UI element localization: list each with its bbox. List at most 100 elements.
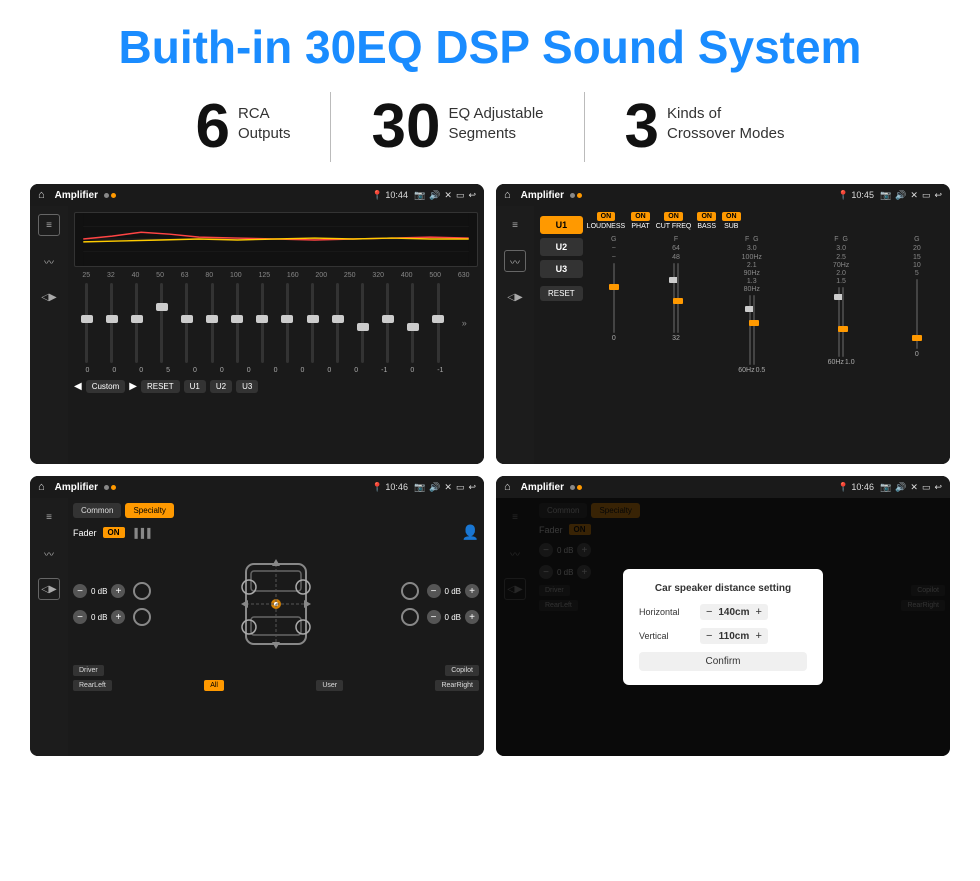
speaker-dot-4 — [401, 608, 419, 626]
eq-main: 2532405063 80100125160200 25032040050063… — [68, 206, 484, 464]
minimize-icon: ▭ — [456, 190, 465, 201]
bass-label: BASS — [697, 223, 716, 230]
sub-label: SUB — [724, 223, 738, 230]
eq-slider-4[interactable] — [185, 283, 188, 363]
loudness-on[interactable]: ON — [597, 212, 616, 221]
db-minus-2[interactable]: − — [73, 610, 87, 624]
common-tab[interactable]: Common — [73, 503, 121, 518]
cutfreq-slider-2[interactable] — [753, 295, 755, 365]
crossover-speaker-icon[interactable]: ◁▶ — [38, 578, 60, 600]
db-minus-4[interactable]: − — [427, 610, 441, 624]
eq-slider-2[interactable] — [135, 283, 138, 363]
amp-reset-btn[interactable]: RESET — [540, 286, 583, 301]
fader-on-badge[interactable]: ON — [103, 527, 125, 538]
eq-slider-1[interactable] — [110, 283, 113, 363]
eq-next-btn[interactable]: ▶ — [129, 381, 137, 392]
eq-slider-10[interactable] — [336, 283, 339, 363]
db-minus-3[interactable]: − — [427, 584, 441, 598]
sub-on[interactable]: ON — [722, 212, 741, 221]
screen-crossover: ⌂ Amplifier 📍 10:46 📷 🔊 ✕ ▭ ↩ ≡ — [30, 476, 484, 756]
amp-speaker-icon[interactable]: ◁▶ — [504, 286, 526, 308]
driver-btn[interactable]: Driver — [73, 665, 104, 676]
eq-u1-btn[interactable]: U1 — [184, 380, 206, 393]
car-svg — [231, 549, 321, 659]
bass-slider-2[interactable] — [842, 287, 844, 357]
eq-slider-8[interactable] — [286, 283, 289, 363]
vertical-minus-btn[interactable]: − — [706, 630, 712, 642]
amp-dot-1 — [570, 193, 575, 198]
eq-u3-btn[interactable]: U3 — [236, 380, 258, 393]
back-icon: ↩ — [468, 190, 476, 201]
phat-slider-2[interactable] — [677, 263, 679, 333]
stat-eq-text: EQ Adjustable Segments — [448, 96, 543, 143]
crossover-content: ≡ 〰 ◁▶ Common Specialty Fader ON ▌▌▌ — [30, 498, 484, 756]
copilot-btn[interactable]: Copilot — [445, 665, 479, 676]
db-plus-1[interactable]: + — [111, 584, 125, 598]
eq-slider-11[interactable] — [361, 283, 364, 363]
phat-on[interactable]: ON — [631, 212, 650, 221]
horizontal-minus-btn[interactable]: − — [706, 606, 712, 618]
bottom-buttons-row: Driver Copilot — [73, 665, 479, 676]
eq-slider-0[interactable] — [85, 283, 88, 363]
confirm-button[interactable]: Confirm — [639, 652, 807, 671]
horizontal-plus-btn[interactable]: + — [755, 606, 761, 618]
stat-crossover: 3 Kinds of Crossover Modes — [585, 96, 825, 158]
eq-slider-13[interactable] — [411, 283, 414, 363]
cutfreq-slider-1[interactable] — [749, 295, 751, 365]
u3-button[interactable]: U3 — [540, 260, 583, 278]
eq-slider-3[interactable] — [160, 283, 163, 363]
db-plus-4[interactable]: + — [465, 610, 479, 624]
eq-slider-14[interactable] — [437, 283, 440, 363]
amp-topbar-title: Amplifier — [521, 190, 564, 201]
eq-graph-svg — [75, 213, 477, 266]
amp-wave-icon[interactable]: 〰 — [504, 250, 526, 272]
screen-eq: ⌂ Amplifier 📍 10:44 📷 🔊 ✕ ▭ ↩ ≡ — [30, 184, 484, 464]
vertical-label: Vertical — [639, 631, 694, 641]
eq-slider-6[interactable] — [236, 283, 239, 363]
amp-eq-icon[interactable]: ≡ — [504, 214, 526, 236]
db-minus-1[interactable]: − — [73, 584, 87, 598]
crossover-volume-icon: 🔊 — [429, 482, 440, 493]
amp-volume-icon: 🔊 — [895, 190, 906, 201]
user-btn[interactable]: User — [316, 680, 343, 691]
dialog-topbar: ⌂ Amplifier 📍 10:46 📷 🔊 ✕ ▭ ↩ — [496, 476, 950, 498]
db-value-3: 0 dB — [445, 587, 461, 596]
sub-slider[interactable] — [916, 279, 918, 349]
u2-button[interactable]: U2 — [540, 238, 583, 256]
eq-slider-5[interactable] — [211, 283, 214, 363]
crossover-eq-icon[interactable]: ≡ — [38, 506, 60, 528]
loudness-slider[interactable] — [613, 263, 615, 333]
speaker-icon[interactable]: ◁▶ — [38, 286, 60, 308]
vertical-plus-btn[interactable]: + — [755, 630, 761, 642]
eq-slider-7[interactable] — [261, 283, 264, 363]
dialog-topbar-icons: 📷 🔊 ✕ ▭ ↩ — [880, 482, 942, 493]
main-title: Buith-in 30EQ DSP Sound System — [30, 20, 950, 74]
amp-back-icon: ↩ — [934, 190, 942, 201]
dialog-overlay: Car speaker distance setting Horizontal … — [496, 498, 950, 756]
wave-icon[interactable]: 〰 — [38, 250, 60, 272]
eq-prev-btn[interactable]: ◀ — [74, 381, 82, 392]
bass-on[interactable]: ON — [697, 212, 716, 221]
eq-u2-btn[interactable]: U2 — [210, 380, 232, 393]
eq-values: 00050 00000 0-10-1 — [74, 367, 478, 374]
eq-reset-btn[interactable]: RESET — [141, 380, 180, 393]
bass-slider-1[interactable] — [838, 287, 840, 357]
rearright-btn[interactable]: RearRight — [435, 680, 479, 691]
db-plus-2[interactable]: + — [111, 610, 125, 624]
db-plus-3[interactable]: + — [465, 584, 479, 598]
all-btn[interactable]: All — [204, 680, 224, 691]
eq-icon[interactable]: ≡ — [38, 214, 60, 236]
eq-preset-label: Custom — [86, 380, 126, 393]
eq-slider-9[interactable] — [311, 283, 314, 363]
crossover-wave-icon[interactable]: 〰 — [38, 542, 60, 564]
car-diagram — [159, 549, 392, 659]
eq-slider-12[interactable] — [386, 283, 389, 363]
u1-button[interactable]: U1 — [540, 216, 583, 234]
stat-eq: 30 EQ Adjustable Segments — [331, 96, 583, 158]
speaker-dot-3 — [401, 582, 419, 600]
specialty-tab[interactable]: Specialty — [125, 503, 173, 518]
rearleft-btn[interactable]: RearLeft — [73, 680, 112, 691]
vertical-value: 110cm — [716, 631, 751, 642]
crossover-main: Common Specialty Fader ON ▌▌▌ 👤 — [68, 498, 484, 756]
cutfreq-on[interactable]: ON — [664, 212, 683, 221]
